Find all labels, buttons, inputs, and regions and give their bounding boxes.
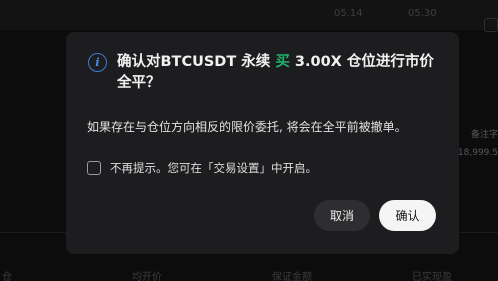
background-column-header: 仓 <box>2 272 12 281</box>
dont-show-again-checkbox[interactable] <box>87 161 101 175</box>
background-icon <box>484 18 498 32</box>
background-date: 05.30 <box>408 8 437 19</box>
dont-show-again-label[interactable]: 不再提示。您可在「交易设置」中开启。 <box>110 160 317 176</box>
background-side-text: 备注字 <box>470 130 498 140</box>
position-side-label: 买 <box>275 54 290 70</box>
background-column-header: 已实现盈 <box>412 272 452 281</box>
confirm-button[interactable]: 确认 <box>379 200 436 231</box>
background-column-header: 均开价 <box>132 272 162 281</box>
background-date: 05.14 <box>334 8 363 19</box>
dialog-title-prefix: 确认对BTCUSDT 永续 <box>117 54 276 70</box>
confirm-close-position-dialog: i 确认对BTCUSDT 永续 买 3.00X 仓位进行市价全平？ 如果存在与仓… <box>66 32 459 254</box>
info-icon: i <box>88 53 107 72</box>
background-side-text: 18,999.5 <box>457 148 498 158</box>
dont-show-again-row[interactable]: 不再提示。您可在「交易设置」中开启。 <box>87 160 317 176</box>
dialog-description: 如果存在与仓位方向相反的限价委托, 将会在全平前被撤单。 <box>87 120 407 134</box>
background-column-header: 保证金额 <box>272 272 312 281</box>
dialog-title: 确认对BTCUSDT 永续 买 3.00X 仓位进行市价全平？ <box>117 52 437 94</box>
cancel-button[interactable]: 取消 <box>314 200 370 231</box>
